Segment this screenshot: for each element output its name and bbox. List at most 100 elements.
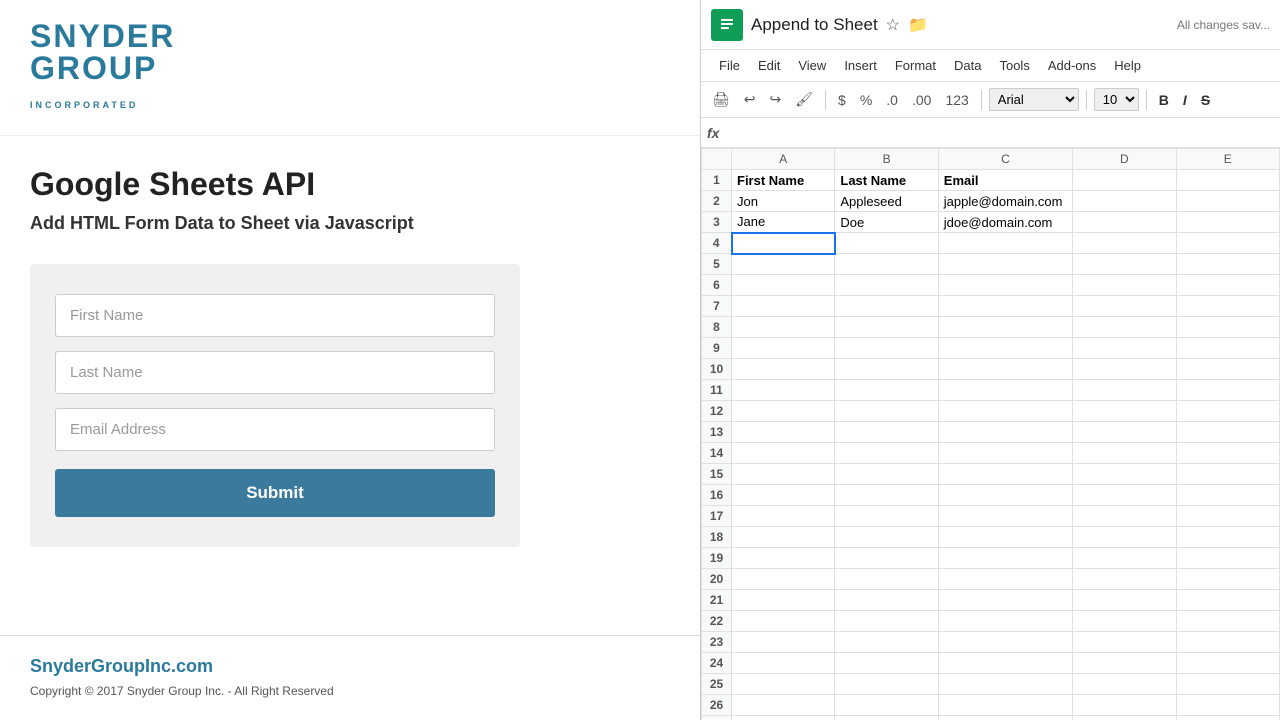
table-cell[interactable] — [1176, 695, 1279, 716]
table-cell[interactable] — [1073, 506, 1176, 527]
table-cell[interactable] — [1176, 506, 1279, 527]
menu-format[interactable]: Format — [887, 55, 944, 76]
table-cell[interactable] — [1176, 674, 1279, 695]
table-cell[interactable] — [732, 695, 835, 716]
table-cell[interactable] — [938, 422, 1072, 443]
table-cell[interactable] — [835, 443, 938, 464]
percent-button[interactable]: % — [855, 89, 877, 111]
table-cell[interactable] — [835, 674, 938, 695]
table-cell[interactable] — [835, 548, 938, 569]
table-cell[interactable] — [938, 275, 1072, 296]
table-cell[interactable] — [835, 695, 938, 716]
table-cell[interactable] — [835, 380, 938, 401]
italic-button[interactable]: I — [1178, 90, 1192, 110]
table-cell[interactable] — [938, 443, 1072, 464]
table-cell[interactable] — [835, 590, 938, 611]
table-cell[interactable] — [732, 443, 835, 464]
col-header-e[interactable]: E — [1176, 149, 1279, 170]
table-cell[interactable]: Jane — [732, 212, 835, 233]
table-cell[interactable] — [835, 611, 938, 632]
table-cell[interactable]: Jon — [732, 191, 835, 212]
table-cell[interactable] — [938, 611, 1072, 632]
table-cell[interactable] — [1176, 527, 1279, 548]
table-cell[interactable] — [1073, 716, 1176, 720]
table-cell[interactable] — [1176, 590, 1279, 611]
table-cell[interactable] — [1073, 464, 1176, 485]
table-cell[interactable] — [1176, 485, 1279, 506]
table-cell[interactable] — [938, 569, 1072, 590]
table-cell[interactable] — [835, 464, 938, 485]
table-cell[interactable] — [732, 674, 835, 695]
table-cell[interactable] — [938, 464, 1072, 485]
table-cell[interactable] — [938, 338, 1072, 359]
table-cell[interactable] — [732, 632, 835, 653]
table-cell[interactable] — [1176, 401, 1279, 422]
table-cell[interactable] — [732, 485, 835, 506]
table-cell[interactable] — [938, 401, 1072, 422]
table-cell[interactable] — [938, 548, 1072, 569]
decimal-decrease-button[interactable]: .0 — [881, 89, 903, 111]
table-cell[interactable] — [1176, 422, 1279, 443]
menu-view[interactable]: View — [790, 55, 834, 76]
table-cell[interactable] — [938, 695, 1072, 716]
table-cell[interactable] — [835, 485, 938, 506]
table-cell[interactable]: Email — [938, 170, 1072, 191]
table-cell[interactable] — [938, 674, 1072, 695]
table-cell[interactable] — [1176, 338, 1279, 359]
table-cell[interactable] — [835, 233, 938, 254]
print-button[interactable]: 🖨 — [707, 88, 735, 111]
table-cell[interactable] — [732, 506, 835, 527]
table-cell[interactable] — [938, 359, 1072, 380]
table-cell[interactable] — [1176, 170, 1279, 191]
number-format-button[interactable]: 123 — [940, 89, 973, 111]
menu-help[interactable]: Help — [1106, 55, 1149, 76]
table-cell[interactable] — [835, 275, 938, 296]
formula-input[interactable] — [725, 125, 1274, 140]
table-cell[interactable] — [1073, 275, 1176, 296]
table-cell[interactable] — [835, 254, 938, 275]
table-cell[interactable] — [1073, 191, 1176, 212]
table-cell[interactable] — [835, 317, 938, 338]
table-cell[interactable] — [835, 527, 938, 548]
table-cell[interactable] — [1176, 548, 1279, 569]
table-cell[interactable] — [938, 653, 1072, 674]
table-cell[interactable] — [1176, 569, 1279, 590]
strikethrough-button[interactable]: S — [1196, 90, 1215, 110]
table-cell[interactable] — [1176, 296, 1279, 317]
table-cell[interactable] — [1176, 380, 1279, 401]
menu-file[interactable]: File — [711, 55, 748, 76]
font-size-selector[interactable]: 10 — [1094, 88, 1139, 111]
last-name-input[interactable] — [55, 351, 495, 394]
table-cell[interactable] — [1073, 632, 1176, 653]
table-cell[interactable] — [732, 359, 835, 380]
table-cell[interactable] — [1073, 590, 1176, 611]
table-cell[interactable] — [1073, 317, 1176, 338]
bold-button[interactable]: B — [1154, 90, 1174, 110]
table-cell[interactable] — [1073, 611, 1176, 632]
table-cell[interactable] — [732, 527, 835, 548]
spreadsheet-container[interactable]: A B C D E 1First NameLast NameEmail2JonA… — [701, 148, 1280, 720]
table-cell[interactable] — [1073, 359, 1176, 380]
table-cell[interactable] — [1176, 359, 1279, 380]
table-cell[interactable] — [732, 275, 835, 296]
table-cell[interactable] — [938, 296, 1072, 317]
table-cell[interactable]: Appleseed — [835, 191, 938, 212]
email-input[interactable] — [55, 408, 495, 451]
table-cell[interactable] — [1176, 275, 1279, 296]
table-cell[interactable] — [1073, 212, 1176, 233]
table-cell[interactable] — [938, 254, 1072, 275]
paint-format-button[interactable]: 🖌 — [790, 88, 818, 111]
col-header-c[interactable]: C — [938, 149, 1072, 170]
table-cell[interactable] — [732, 653, 835, 674]
font-selector[interactable]: Arial — [989, 88, 1079, 111]
undo-button[interactable]: ↩ — [739, 88, 761, 111]
table-cell[interactable] — [1073, 233, 1176, 254]
table-cell[interactable] — [835, 296, 938, 317]
table-cell[interactable] — [1073, 485, 1176, 506]
table-cell[interactable] — [732, 254, 835, 275]
table-cell[interactable] — [732, 296, 835, 317]
table-cell[interactable] — [1073, 422, 1176, 443]
table-cell[interactable] — [1176, 632, 1279, 653]
table-cell[interactable] — [732, 380, 835, 401]
col-header-a[interactable]: A — [732, 149, 835, 170]
